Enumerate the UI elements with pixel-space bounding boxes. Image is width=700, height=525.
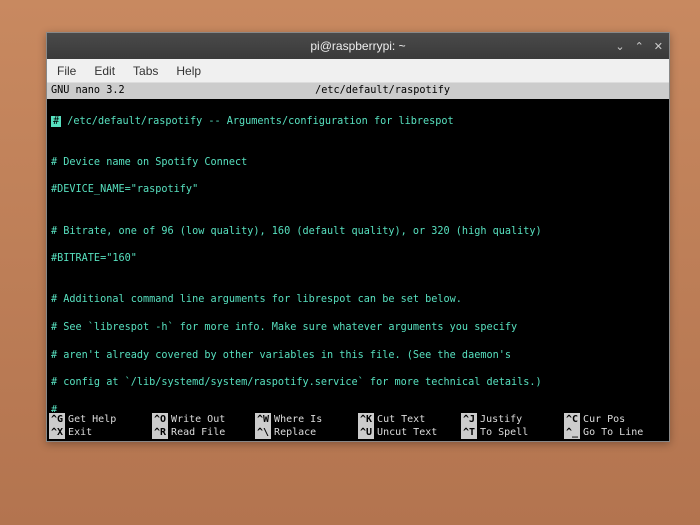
window-title: pi@raspberrypi: ~: [310, 39, 405, 53]
menu-help[interactable]: Help: [176, 64, 201, 78]
key-label: ^\: [255, 426, 271, 439]
cursor-highlight: #: [51, 116, 61, 127]
file-line: # Device name on Spotify Connect: [51, 156, 665, 170]
file-line: # Additional command line arguments for …: [51, 293, 665, 307]
shortcut-read-file[interactable]: ^RRead File: [152, 426, 255, 439]
shortcut-write-out[interactable]: ^OWrite Out: [152, 413, 255, 426]
file-line: # See `librespot -h` for more info. Make…: [51, 321, 665, 335]
file-line: # Bitrate, one of 96 (low quality), 160 …: [51, 225, 665, 239]
shortcut-to-spell[interactable]: ^TTo Spell: [461, 426, 564, 439]
shortcut-justify[interactable]: ^JJustify: [461, 413, 564, 426]
shortcut-exit[interactable]: ^XExit: [49, 426, 152, 439]
shortcut-replace[interactable]: ^\Replace: [255, 426, 358, 439]
key-label: ^G: [49, 413, 65, 426]
nano-version: GNU nano 3.2: [51, 84, 125, 98]
menu-tabs[interactable]: Tabs: [133, 64, 158, 78]
window-controls: ⌄ ⌃ ✕: [615, 33, 663, 59]
nano-filename: /etc/default/raspotify: [315, 84, 450, 98]
nano-shortcut-bar: ^GGet Help ^OWrite Out ^WWhere Is ^KCut …: [47, 412, 669, 441]
file-line: #BITRATE="160": [51, 252, 665, 266]
key-label: ^T: [461, 426, 477, 439]
key-label: ^K: [358, 413, 374, 426]
key-label: ^C: [564, 413, 580, 426]
shortcut-cur-pos[interactable]: ^CCur Pos: [564, 413, 667, 426]
terminal-window: pi@raspberrypi: ~ ⌄ ⌃ ✕ File Edit Tabs H…: [46, 32, 670, 442]
shortcut-uncut-text[interactable]: ^UUncut Text: [358, 426, 461, 439]
titlebar[interactable]: pi@raspberrypi: ~ ⌄ ⌃ ✕: [47, 33, 669, 59]
key-label: ^R: [152, 426, 168, 439]
key-label: ^J: [461, 413, 477, 426]
key-label: ^X: [49, 426, 65, 439]
shortcut-where-is[interactable]: ^WWhere Is: [255, 413, 358, 426]
file-line: # config at `/lib/systemd/system/raspoti…: [51, 376, 665, 390]
file-line: # /etc/default/raspotify -- Arguments/co…: [51, 115, 665, 129]
terminal-area[interactable]: GNU nano 3.2 /etc/default/raspotify # /e…: [47, 83, 669, 441]
shortcut-cut-text[interactable]: ^KCut Text: [358, 413, 461, 426]
nano-header: GNU nano 3.2 /etc/default/raspotify: [47, 83, 669, 99]
menubar: File Edit Tabs Help: [47, 59, 669, 83]
maximize-icon[interactable]: ⌃: [635, 40, 644, 53]
key-label: ^_: [564, 426, 580, 439]
close-icon[interactable]: ✕: [654, 40, 663, 53]
file-line: # aren't already covered by other variab…: [51, 349, 665, 363]
key-label: ^U: [358, 426, 374, 439]
key-label: ^O: [152, 413, 168, 426]
menu-file[interactable]: File: [57, 64, 76, 78]
minimize-icon[interactable]: ⌄: [615, 40, 624, 53]
shortcut-go-to-line[interactable]: ^_Go To Line: [564, 426, 667, 439]
menu-edit[interactable]: Edit: [94, 64, 115, 78]
shortcut-get-help[interactable]: ^GGet Help: [49, 413, 152, 426]
file-line: #DEVICE_NAME="raspotify": [51, 183, 665, 197]
key-label: ^W: [255, 413, 271, 426]
file-content[interactable]: # /etc/default/raspotify -- Arguments/co…: [47, 99, 669, 441]
